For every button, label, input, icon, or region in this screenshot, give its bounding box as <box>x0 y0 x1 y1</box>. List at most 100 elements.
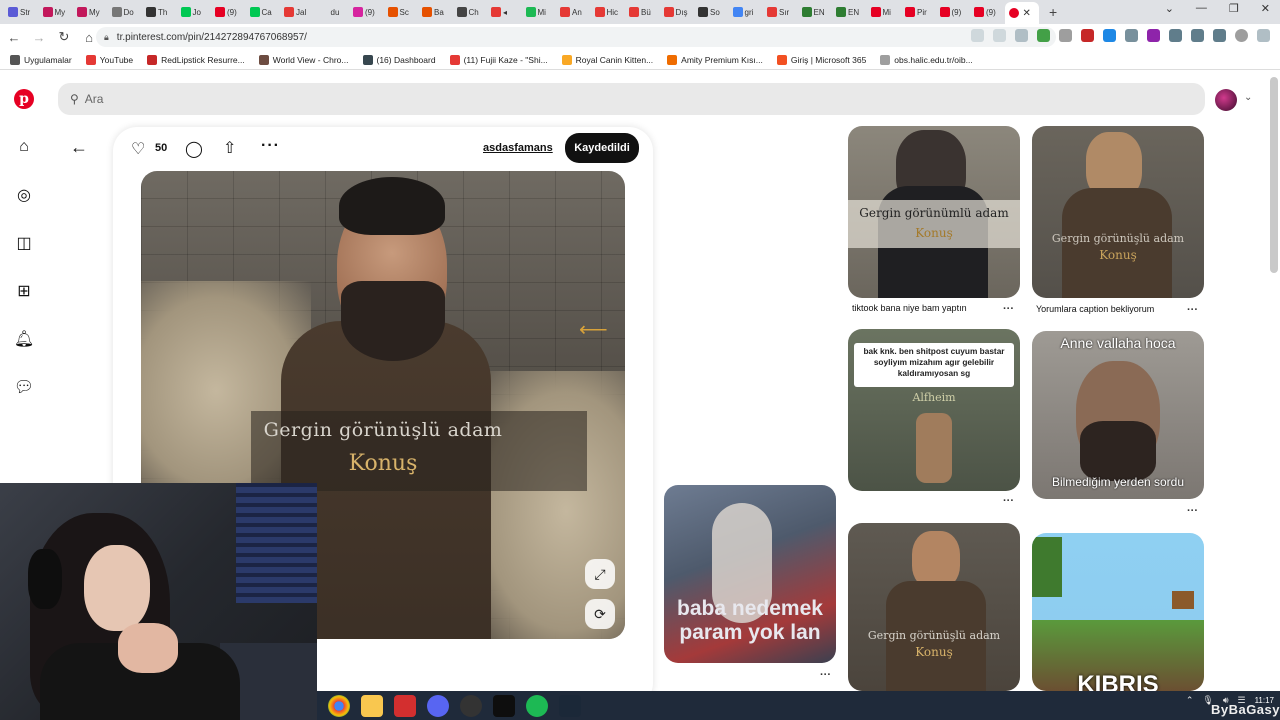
pin-more-icon[interactable]: ··· <box>1003 303 1014 315</box>
grid-pin-kratos[interactable]: baba nedemek param yok lan <box>664 485 836 663</box>
bookmark-item[interactable]: YouTube <box>85 54 133 65</box>
close-tab-icon[interactable]: ✕ <box>1023 8 1031 19</box>
back-arrow-icon[interactable]: ← <box>70 137 88 158</box>
grid-pin-1[interactable]: Gergin görünümlü adam Konuş <box>848 126 1020 298</box>
bookmark-item[interactable]: RedLipstick Resurre... <box>147 54 245 65</box>
browser-tab[interactable]: (9) <box>349 2 384 22</box>
browser-tab[interactable]: Sc <box>384 2 419 22</box>
reload-icon[interactable]: ↻ <box>53 29 75 45</box>
bookmark-item[interactable]: Royal Canin Kitten... <box>561 54 653 65</box>
browser-tab[interactable]: EN <box>832 2 867 22</box>
pin-more-icon[interactable]: ··· <box>820 669 831 681</box>
browser-tab[interactable]: du <box>315 2 350 22</box>
browser-tab[interactable]: (9) <box>211 2 246 22</box>
browser-tab[interactable]: EN <box>798 2 833 22</box>
extension-icon-3[interactable] <box>1103 29 1116 42</box>
media-icon[interactable] <box>1191 29 1204 42</box>
obs-icon[interactable] <box>460 694 482 717</box>
browser-tab[interactable]: Sır <box>763 2 798 22</box>
browser-tab[interactable]: So <box>694 2 729 22</box>
install-icon[interactable] <box>971 29 984 42</box>
steam-icon[interactable] <box>559 694 581 717</box>
extension-icon-1[interactable] <box>1059 29 1072 42</box>
saved-button[interactable]: Kaydedildi <box>565 133 639 163</box>
grid-title[interactable]: Yorumlara caption bekliyorum <box>1036 304 1154 314</box>
close-window-icon[interactable]: ✕ <box>1261 2 1270 15</box>
pin-more-icon[interactable]: ··· <box>1003 495 1014 507</box>
browser-tab[interactable]: Mi <box>522 2 557 22</box>
chrome-taskbar-icon[interactable] <box>328 694 350 717</box>
browser-tab[interactable]: gri <box>729 2 764 22</box>
home-nav-icon[interactable]: ⌂ <box>14 137 34 157</box>
active-browser-tab[interactable]: ✕ <box>1004 2 1039 24</box>
pin-more-icon[interactable]: ··· <box>1187 304 1198 316</box>
pin-more-icon[interactable]: ··· <box>1187 505 1198 517</box>
share-icon[interactable] <box>993 29 1006 42</box>
browser-tab[interactable]: Dış <box>660 2 695 22</box>
grid-pin-6[interactable]: Gergin görünüşlü adam Konuş <box>848 523 1020 691</box>
bookmark-item[interactable]: World View - Chro... <box>258 54 349 65</box>
browser-tab[interactable]: Bü <box>625 2 660 22</box>
browser-tab[interactable]: My <box>73 2 108 22</box>
chevron-down-icon[interactable]: ⌄ <box>1244 92 1252 103</box>
discord-icon[interactable] <box>427 694 449 717</box>
puzzle-icon[interactable] <box>1169 29 1182 42</box>
new-tab-icon[interactable]: + <box>1049 4 1057 20</box>
app-icon-dark[interactable] <box>493 694 515 717</box>
tab-search-icon[interactable]: ⌄ <box>1165 2 1174 15</box>
maximize-icon[interactable]: ❐ <box>1229 2 1239 15</box>
bookmark-item[interactable]: Amity Premium Kısı... <box>667 54 763 65</box>
search-input[interactable]: ⚲ Ara <box>58 83 1205 115</box>
back-icon[interactable]: ← <box>3 30 25 45</box>
browser-tab[interactable]: Str <box>4 2 39 22</box>
browser-tab[interactable]: Th <box>142 2 177 22</box>
browser-tab[interactable]: Jal <box>280 2 315 22</box>
browser-tab[interactable]: Jo <box>177 2 212 22</box>
browser-tab[interactable]: (9) <box>970 2 1005 22</box>
shield-extension-icon[interactable] <box>1037 29 1050 42</box>
extension-icon-2[interactable] <box>1081 29 1094 42</box>
more-options-icon[interactable]: ··· <box>261 137 280 155</box>
browser-tab[interactable]: Mi <box>867 2 902 22</box>
visual-search-icon[interactable]: ⟳ <box>585 599 615 629</box>
pinterest-logo[interactable]: p <box>14 89 34 109</box>
browser-tab[interactable]: Ba <box>418 2 453 22</box>
explore-compass-icon[interactable]: ◎ <box>14 185 34 205</box>
browser-tab[interactable]: Ca <box>246 2 281 22</box>
grid-pin-2[interactable]: Gergin görünüşlü adam Konuş <box>1032 126 1204 298</box>
bookmark-item[interactable]: Uygulamalar <box>10 54 72 65</box>
browser-tab[interactable]: ◂ <box>487 2 522 22</box>
grid-pin-4[interactable]: Anne vallaha hoca Bilmediğim yerden sord… <box>1032 331 1204 499</box>
spotify-icon[interactable] <box>526 694 548 717</box>
kebab-menu-icon[interactable] <box>1257 29 1270 42</box>
bookmark-item[interactable]: (16) Dashboard <box>362 54 436 65</box>
expand-icon[interactable]: ⤢ <box>585 559 615 589</box>
file-explorer-icon[interactable] <box>361 694 383 717</box>
browser-tab[interactable]: (9) <box>936 2 971 22</box>
profile-icon[interactable] <box>1235 29 1248 42</box>
extension-icon-5[interactable] <box>1147 29 1160 42</box>
browser-tab[interactable]: Hic <box>591 2 626 22</box>
extension-icon-4[interactable] <box>1125 29 1138 42</box>
sidepanel-icon[interactable] <box>1213 29 1226 42</box>
app-icon-red[interactable] <box>394 694 416 717</box>
browser-tab[interactable]: My <box>39 2 74 22</box>
bookmark-star-icon[interactable] <box>1015 29 1028 42</box>
url-field[interactable]: 🔒︎ tr.pinterest.com/pin/2142728947670689… <box>96 27 1056 47</box>
avatar[interactable] <box>1215 89 1237 111</box>
grid-title[interactable]: tiktook bana niye bam yaptın <box>852 303 967 313</box>
messages-icon[interactable]: 💬︎ <box>14 377 34 397</box>
grid-pin-7[interactable]: KIBRIS <box>1032 533 1204 691</box>
boards-icon[interactable]: ◫ <box>14 233 34 253</box>
browser-tab[interactable]: An <box>556 2 591 22</box>
grid-pin-3[interactable]: bak knk. ben shitpost cuyum bastar soyli… <box>848 329 1020 491</box>
browser-tab[interactable]: Pir <box>901 2 936 22</box>
share-upload-icon[interactable]: ⇧ <box>223 138 236 158</box>
bookmark-item[interactable]: Giriş | Microsoft 365 <box>776 54 866 65</box>
notifications-bell-icon[interactable]: 🔔︎ <box>14 329 34 349</box>
chevron-up-icon[interactable]: ⌃ <box>1186 695 1194 706</box>
browser-tab[interactable]: Ch <box>453 2 488 22</box>
minimize-icon[interactable]: — <box>1196 2 1207 15</box>
create-plus-icon[interactable]: ⊞ <box>14 281 34 301</box>
pin-username[interactable]: asdasfamans <box>483 142 553 154</box>
